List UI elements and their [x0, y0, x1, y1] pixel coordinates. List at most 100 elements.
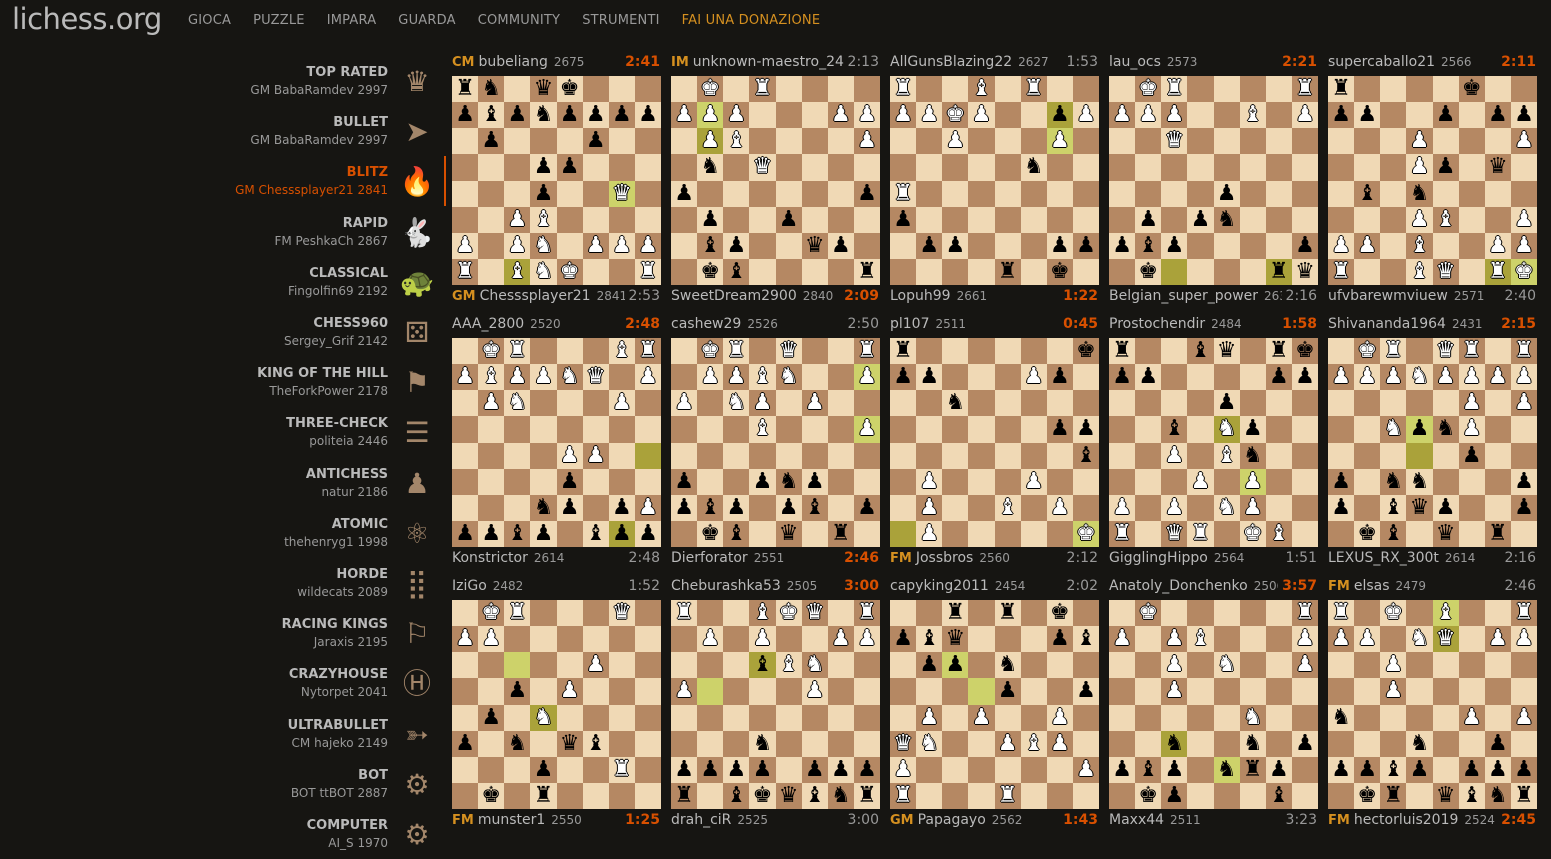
- player-bottom[interactable]: SweetDream2900 2840 2:09: [671, 288, 881, 308]
- chess-board[interactable]: ♚ ♜ ♟ ♟ ♝ ♟ ♟ ♞ ♟ ♟ ♞ ♞ ♞ ♟ ♟ ♝ ♟ ♞ ♜ ♟ ♚ ♟ ♝: [1109, 600, 1318, 809]
- chess-board[interactable]: ♚ ♜ ♛ ♜ ♟ ♟ ♝ ♞ ♟ ♟ ♞ ♟ ♟ ♝ ♟ ♟ ♟ ♞ ♟ ♟ ♝ ♟ ♟ ♝ ♟ ♚ ♝ ♛ ♜: [671, 338, 880, 547]
- player-bottom[interactable]: Konstrictor 2614 2:48: [452, 550, 662, 570]
- player-bottom[interactable]: LEXUS_RX_300t 2614 2:16: [1328, 550, 1538, 570]
- player-top[interactable]: capyking2011 2454 2:02: [890, 578, 1100, 598]
- chess-board[interactable]: ♜ ♚ ♟ ♟ ♟ ♟ ♟ ♟ ♟ ♟ ♟ ♛ ♝ ♞ ♟ ♝ ♟ ♟ ♟ ♝ ♟ ♟ ♜ ♝ ♛ ♜ ♚: [1328, 76, 1537, 285]
- player-name[interactable]: unknown-maestro_24: [693, 54, 844, 70]
- player-name[interactable]: Belgian_super_power: [1109, 288, 1258, 304]
- chess-board[interactable]: ♚ ♜ ♟ ♟ ♟ ♟ ♟ ♟ ♝ ♟ ♞ ♛ ♟ ♟ ♟ ♟ ♝ ♟ ♛ ♟ ♚ ♝ ♜: [671, 76, 880, 285]
- chess-board[interactable]: ♚ ♜ ♛ ♟ ♟ ♟ ♟ ♟ ♟ ♞ ♟ ♞ ♛ ♝ ♟ ♜ ♚ ♜: [452, 600, 661, 809]
- category-leader[interactable]: wildecats 2089: [297, 585, 388, 599]
- player-top[interactable]: Prostochendir 2484 1:58: [1109, 316, 1319, 336]
- player-name[interactable]: bubeliang: [478, 54, 547, 70]
- player-top[interactable]: cashew29 2526 2:50: [671, 316, 881, 336]
- category-leader[interactable]: AI_S 1970: [328, 836, 388, 850]
- player-name[interactable]: LEXUS_RX_300t: [1328, 550, 1439, 566]
- category-leader[interactable]: BOT ttBOT 2887: [291, 786, 388, 800]
- nav-impara[interactable]: IMPARA: [327, 13, 377, 28]
- player-top[interactable]: AAA_2800 2520 2:48: [452, 316, 662, 336]
- category-leader[interactable]: FM PeshkaCh 2867: [274, 234, 388, 248]
- player-top[interactable]: Anatoly_Donchenko 2506 3:57: [1109, 578, 1319, 598]
- player-name[interactable]: AllGunsBlazing22: [890, 54, 1012, 70]
- player-name[interactable]: Chesssplayer21: [480, 288, 591, 304]
- chess-board[interactable]: ♚ ♜ ♝ ♜ ♟ ♝ ♟ ♟ ♞ ♛ ♟ ♟ ♞ ♟ ♟ ♟ ♟ ♞ ♟ ♟ ♟ ♟ ♟ ♝ ♟ ♝ ♟ ♟: [452, 338, 661, 547]
- player-name[interactable]: lau_ocs: [1109, 54, 1161, 70]
- player-name[interactable]: drah_ciR: [671, 812, 731, 828]
- game-preview[interactable]: capyking2011 2454 2:02 ♜ ♜ ♚ ♟ ♝ ♛ ♟ ♝ ♟ ♟ ♞ ♟ ♟ ♟ ♟ ♟ ♛ ♞ ♟ ♝…: [890, 578, 1100, 840]
- game-preview[interactable]: Shivananda1964 2431 2:15 ♚ ♜ ♛ ♜ ♜ ♟ ♟ ♟ ♞ ♟ ♟ ♟ ♟ ♟ ♟ ♞ ♟ ♞…: [1328, 316, 1538, 578]
- player-name[interactable]: Maxx44: [1109, 812, 1164, 828]
- category-leader[interactable]: CM hajeko 2149: [292, 736, 388, 750]
- chess-board[interactable]: ♜ ♜ ♚ ♟ ♝ ♛ ♟ ♝ ♟ ♟ ♞ ♟ ♟ ♟ ♟ ♟ ♛ ♞ ♟ ♝ ♟ ♟ ♟ ♜ ♜: [890, 600, 1099, 809]
- player-name[interactable]: Prostochendir: [1109, 316, 1205, 332]
- category-bot[interactable]: BOT BOT ttBOT 2887 ⚙: [0, 759, 446, 809]
- game-preview[interactable]: supercaballo21 2566 2:11 ♜ ♚ ♟ ♟ ♟ ♟ ♟ ♟ ♟ ♟ ♟ ♛ ♝ ♞ ♟ ♝ ♟ ♟…: [1328, 54, 1538, 316]
- player-bottom[interactable]: FM Jossbros 2560 2:12: [890, 550, 1100, 570]
- player-name[interactable]: Cheburashka53: [671, 578, 781, 594]
- player-top[interactable]: Shivananda1964 2431 2:15: [1328, 316, 1538, 336]
- category-leader[interactable]: Jaraxis 2195: [314, 635, 388, 649]
- game-preview[interactable]: AAA_2800 2520 2:48 ♚ ♜ ♝ ♜ ♟ ♝ ♟ ♟ ♞ ♛ ♟ ♟ ♞ ♟ ♟ ♟ ♟ ♞ ♟ ♟ ♟ ♟ ♟ ♝…: [452, 316, 662, 578]
- player-name[interactable]: munster1: [478, 812, 545, 828]
- player-name[interactable]: pl107: [890, 316, 930, 332]
- player-bottom[interactable]: FM hectorluis2019 2524 2:45: [1328, 812, 1538, 832]
- player-top[interactable]: pl107 2511 0:45: [890, 316, 1100, 336]
- category-leader[interactable]: Sergey_Grif 2142: [284, 334, 388, 348]
- game-preview[interactable]: IziGo 2482 1:52 ♚ ♜ ♛ ♟ ♟ ♟ ♟ ♟ ♟ ♞ ♟ ♞ ♛ ♝ ♟ ♜ ♚ ♜ FM munster…: [452, 578, 662, 840]
- nav-strumenti[interactable]: STRUMENTI: [582, 13, 659, 28]
- player-name[interactable]: Konstrictor: [452, 550, 528, 566]
- player-name[interactable]: Jossbros: [916, 550, 973, 566]
- category-leader[interactable]: Fingolfin69 2192: [288, 284, 388, 298]
- category-leader[interactable]: natur 2186: [321, 485, 388, 499]
- category-antichess[interactable]: ANTICHESS natur 2186 ♟: [0, 458, 446, 508]
- player-bottom[interactable]: GM Papagayo 2562 1:43: [890, 812, 1100, 832]
- chess-board[interactable]: ♜ ♝ ♛ ♜ ♚ ♟ ♟ ♟ ♟ ♟ ♝ ♞ ♟ ♟ ♝ ♞ ♟ ♟ ♟ ♟ ♞ ♟ ♜ ♛ ♜ ♚ ♝: [1109, 338, 1318, 547]
- category-leader[interactable]: GM BabaRamdev 2997: [250, 83, 388, 97]
- nav-puzzle[interactable]: PUZZLE: [253, 13, 305, 28]
- player-bottom[interactable]: ufvbarewmviuew 2571 2:40: [1328, 288, 1538, 308]
- player-bottom[interactable]: Belgian_super_power 2633 2:16: [1109, 288, 1319, 308]
- category-leader[interactable]: politeia 2446: [309, 434, 388, 448]
- player-top[interactable]: supercaballo21 2566 2:11: [1328, 54, 1538, 74]
- player-top[interactable]: IM unknown-maestro_24 2:13: [671, 54, 881, 74]
- chess-board[interactable]: ♜ ♚ ♝ ♜ ♟ ♟ ♞ ♛ ♟ ♟ ♟ ♟ ♞ ♟ ♟ ♞ ♟ ♟ ♟ ♝ ♟ ♟ ♟ ♟ ♚ ♜ ♛ ♝ ♞ ♜: [1328, 600, 1537, 809]
- player-name[interactable]: AAA_2800: [452, 316, 524, 332]
- game-preview[interactable]: Prostochendir 2484 1:58 ♜ ♝ ♛ ♜ ♚ ♟ ♟ ♟ ♟ ♟ ♝ ♞ ♟ ♟ ♝ ♞ ♟ ♟ ♟…: [1109, 316, 1319, 578]
- chess-board[interactable]: ♜ ♚ ♟ ♟ ♟ ♟ ♞ ♟ ♟ ♝ ♟ ♟ ♟ ♝ ♟ ♟ ♚: [890, 338, 1099, 547]
- player-bottom[interactable]: drah_ciR 2525 3:00: [671, 812, 881, 832]
- chess-board[interactable]: ♚ ♜ ♛ ♜ ♜ ♟ ♟ ♟ ♞ ♟ ♟ ♟ ♟ ♟ ♟ ♞ ♟ ♞ ♟ ♟ ♟ ♞ ♞ ♟ ♟ ♝ ♛ ♟ ♟ ♚ ♝ ♛ ♜: [1328, 338, 1537, 547]
- player-bottom[interactable]: FM munster1 2550 1:25: [452, 812, 662, 832]
- player-name[interactable]: Lopuh99: [890, 288, 951, 304]
- player-name[interactable]: Papagayo: [918, 812, 986, 828]
- game-preview[interactable]: IM unknown-maestro_24 2:13 ♚ ♜ ♟ ♟ ♟ ♟ ♟ ♟ ♝ ♟ ♞ ♛ ♟ ♟ ♟ ♟…: [671, 54, 881, 316]
- category-leader[interactable]: thehenryg1 1998: [284, 535, 388, 549]
- chess-board[interactable]: ♚ ♜ ♜ ♟ ♟ ♟ ♝ ♟ ♛ ♟ ♟ ♟ ♞ ♟ ♝ ♟ ♟ ♚ ♜ ♛: [1109, 76, 1318, 285]
- player-name[interactable]: hectorluis2019: [1354, 812, 1459, 828]
- category-leader[interactable]: TheForkPower 2178: [269, 384, 388, 398]
- game-preview[interactable]: pl107 2511 0:45 ♜ ♚ ♟ ♟ ♟ ♟ ♞ ♟ ♟ ♝ ♟ ♟ ♟ ♝ ♟ ♟ ♚ FM Jossbros…: [890, 316, 1100, 578]
- category-atomic[interactable]: ATOMIC thehenryg1 1998 ⚛: [0, 508, 446, 558]
- player-bottom[interactable]: Maxx44 2511 3:23: [1109, 812, 1319, 832]
- category-top-rated[interactable]: TOP RATED GM BabaRamdev 2997 ♛: [0, 56, 446, 106]
- player-name[interactable]: supercaballo21: [1328, 54, 1435, 70]
- category-three-check[interactable]: THREE-CHECK politeia 2446 ☰: [0, 407, 446, 457]
- category-computer[interactable]: COMPUTER AI_S 1970 ⚙: [0, 809, 446, 859]
- category-blitz[interactable]: BLITZ GM Chesssplayer21 2841 🔥: [0, 156, 446, 207]
- player-name[interactable]: ufvbarewmviuew: [1328, 288, 1448, 304]
- category-classical[interactable]: CLASSICAL Fingolfin69 2192 🐢: [0, 257, 446, 307]
- player-top[interactable]: CM bubeliang 2675 2:41: [452, 54, 662, 74]
- chess-board[interactable]: ♜ ♝ ♚ ♛ ♜ ♟ ♟ ♟ ♟ ♝ ♝ ♞ ♟ ♟ ♞ ♟ ♟ ♟ ♟ ♟ ♟ ♟ ♜ ♝ ♚ ♛ ♝ ♞ ♜: [671, 600, 880, 809]
- site-logo[interactable]: lichess.org: [12, 2, 162, 36]
- player-top[interactable]: AllGunsBlazing22 2627 1:53: [890, 54, 1100, 74]
- category-leader[interactable]: Nytorpet 2041: [301, 685, 388, 699]
- player-top[interactable]: IziGo 2482 1:52: [452, 578, 662, 598]
- category-leader[interactable]: GM BabaRamdev 2997: [250, 133, 388, 147]
- player-top[interactable]: Cheburashka53 2505 3:00: [671, 578, 881, 598]
- player-name[interactable]: SweetDream2900: [671, 288, 797, 304]
- player-name[interactable]: GigglingHippo: [1109, 550, 1208, 566]
- player-bottom[interactable]: Dierforator 2551 2:46: [671, 550, 881, 570]
- player-bottom[interactable]: Lopuh99 2661 1:22: [890, 288, 1100, 308]
- player-name[interactable]: Anatoly_Donchenko: [1109, 578, 1248, 594]
- player-name[interactable]: elsas: [1354, 578, 1390, 594]
- chess-board[interactable]: ♜ ♞ ♛ ♚ ♟ ♝ ♟ ♞ ♟ ♟ ♟ ♟ ♟ ♟ ♟ ♟ ♟ ♛ ♟ ♝ ♟ ♟ ♞ ♟ ♟ ♟ ♜ ♝ ♞ ♚ ♜: [452, 76, 661, 285]
